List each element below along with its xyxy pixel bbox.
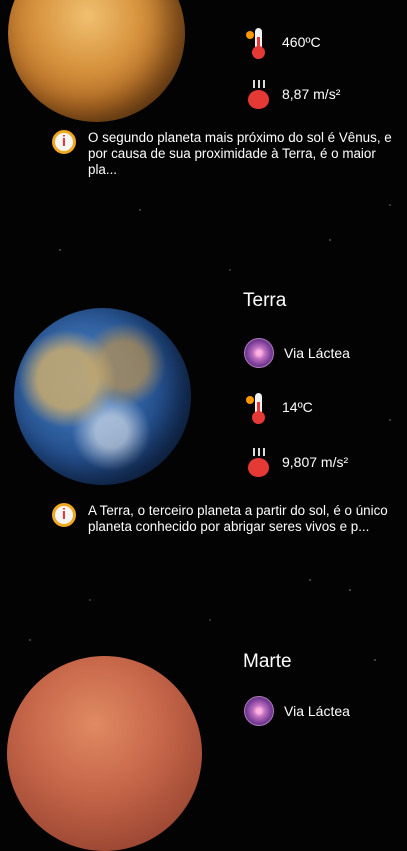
earth-image [14, 308, 191, 485]
temperature-value: 460ºC [282, 34, 321, 50]
temperature-row: 14ºC [244, 393, 313, 424]
thermometer-icon [244, 28, 272, 59]
galaxy-name: Via Láctea [284, 703, 350, 719]
gravity-icon [244, 448, 272, 477]
planet-name: Marte [243, 651, 292, 672]
planet-description: i O segundo planeta mais próximo do sol … [52, 130, 407, 178]
planet-description: i A Terra, o terceiro planeta a partir d… [52, 503, 407, 535]
gravity-row: 9,807 m/s² [244, 448, 349, 477]
info-icon: i [52, 503, 76, 527]
gravity-icon [244, 80, 272, 109]
info-icon: i [52, 130, 76, 154]
gravity-value: 8,87 m/s² [282, 86, 341, 102]
description-text: O segundo planeta mais próximo do sol é … [88, 130, 392, 177]
temperature-value: 14ºC [282, 399, 313, 415]
gravity-row: 8,87 m/s² [244, 80, 341, 109]
gravity-value: 9,807 m/s² [282, 454, 349, 470]
planet-name: Terra [243, 290, 287, 311]
thermometer-icon [244, 393, 272, 424]
galaxy-name: Via Láctea [284, 345, 350, 361]
galaxy-row: Via Láctea [244, 338, 350, 368]
galaxy-row: Via Láctea [244, 696, 350, 726]
temperature-row: 460ºC [244, 28, 321, 59]
galaxy-icon [244, 338, 274, 368]
galaxy-icon [244, 696, 274, 726]
mars-image [7, 656, 202, 851]
description-text: A Terra, o terceiro planeta a partir do … [88, 503, 388, 534]
